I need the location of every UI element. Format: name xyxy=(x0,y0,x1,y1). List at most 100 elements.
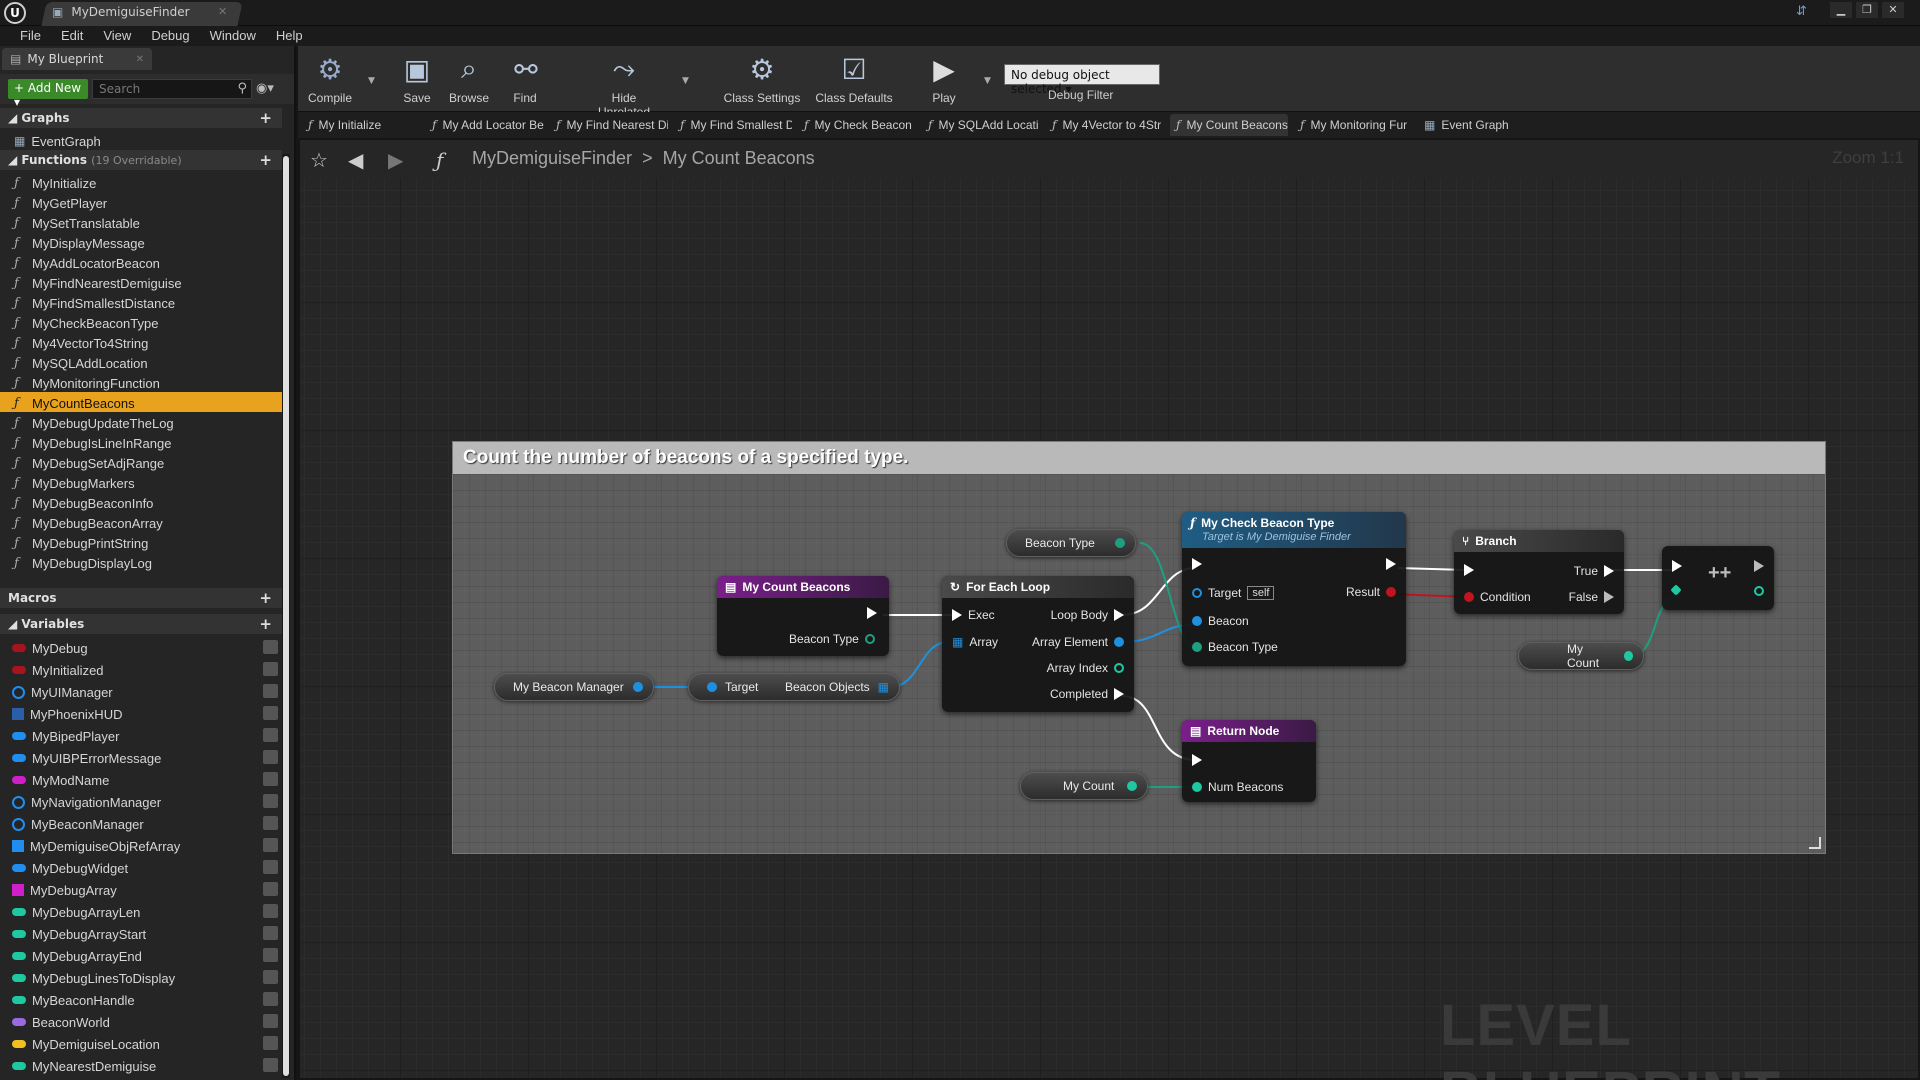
visibility-eye-icon[interactable] xyxy=(263,838,278,852)
for-each-loop-node[interactable]: ↻ For Each Loop Exec ▦ Array Loop Body Ar… xyxy=(942,576,1134,712)
increment-node[interactable]: ++ xyxy=(1662,546,1774,610)
check-target-pin[interactable]: Target self xyxy=(1192,586,1275,600)
debug-object-select[interactable]: No debug object selected ▾ xyxy=(1004,64,1160,96)
foreach-array-pin[interactable]: ▦ Array xyxy=(952,635,998,649)
hide-unrelated-button[interactable]: ⤳ Hide Unrelated xyxy=(584,50,664,120)
function-item[interactable]: ƒ MyDebugDisplayLog xyxy=(0,552,282,572)
variable-item[interactable]: MyUIManager xyxy=(0,680,282,702)
branch-false-pin[interactable]: False xyxy=(1569,590,1614,604)
my-beacon-manager-var[interactable]: My Beacon Manager xyxy=(494,673,654,701)
function-item[interactable]: ƒ MyDebugMarkers xyxy=(0,472,282,492)
my-count-var-return[interactable]: My Count xyxy=(1020,772,1148,800)
increment-value-out-pin[interactable] xyxy=(1754,586,1764,596)
get-beacon-objects-node[interactable]: Target Beacon Objects ▦ xyxy=(688,673,900,701)
increment-value-pin[interactable] xyxy=(1670,584,1682,596)
entry-beacon-type-pin[interactable]: Beacon Type xyxy=(789,632,875,646)
increment-exec-out-pin[interactable] xyxy=(1754,560,1764,572)
function-item[interactable]: ƒ MyDisplayMessage xyxy=(0,232,282,252)
function-tab[interactable]: ƒ My Count Beacons xyxy=(1170,114,1288,136)
foreach-array-element-pin[interactable]: Array Element xyxy=(1032,635,1124,649)
function-item[interactable]: ƒ MySetTranslatable xyxy=(0,212,282,232)
function-item[interactable]: ƒ MyDebugIsLineInRange xyxy=(0,432,282,452)
function-tab[interactable]: ƒ My Find Smallest D xyxy=(674,114,792,136)
my-beacon-manager-pin[interactable] xyxy=(633,682,643,692)
check-exec-out-pin[interactable] xyxy=(1386,558,1396,570)
variable-item[interactable]: MyNearestDemiguise xyxy=(0,1054,282,1076)
function-item[interactable]: ƒ MyDebugPrintString xyxy=(0,532,282,552)
visibility-eye-icon[interactable] xyxy=(263,1036,278,1050)
find-button[interactable]: ⚯ Find xyxy=(506,50,544,110)
visibility-eye-icon[interactable] xyxy=(263,794,278,808)
panel-scrollbar[interactable] xyxy=(283,156,289,1076)
function-item[interactable]: ƒ My4VectorTo4String xyxy=(0,332,282,352)
visibility-eye-icon[interactable] xyxy=(263,684,278,698)
my-count-var-increment[interactable]: My Count xyxy=(1518,642,1644,670)
array-pin-icon[interactable]: ▦ xyxy=(878,680,889,694)
check-beacon-type-pin[interactable]: Beacon Type xyxy=(1192,640,1278,654)
foreach-loop-body-pin[interactable]: Loop Body xyxy=(1051,608,1124,622)
function-tab[interactable]: ƒ My Monitoring Fur xyxy=(1294,114,1412,136)
function-item[interactable]: ƒ MyDebugBeaconInfo xyxy=(0,492,282,512)
function-item[interactable]: ƒ MyDebugSetAdjRange xyxy=(0,452,282,472)
check-beacon-pin[interactable]: Beacon xyxy=(1192,614,1249,628)
function-item[interactable]: ƒ MyDebugUpdateTheLog xyxy=(0,412,282,432)
check-result-pin[interactable]: Result xyxy=(1346,585,1396,599)
increment-exec-in-pin[interactable] xyxy=(1672,560,1682,572)
my-blueprint-tab[interactable]: ▤ My Blueprint ✕ xyxy=(2,48,152,70)
entry-exec-out-pin[interactable] xyxy=(867,607,877,619)
branch-condition-pin[interactable]: Condition xyxy=(1464,590,1531,604)
macros-header[interactable]: Macros + xyxy=(0,588,282,608)
visibility-eye-icon[interactable] xyxy=(263,860,278,874)
breadcrumb-root[interactable]: MyDemiguiseFinder xyxy=(472,148,632,169)
functions-header[interactable]: ◢ Functions (19 Overridable) + xyxy=(0,150,282,170)
function-tab[interactable]: ▦ Event Graph xyxy=(1418,114,1536,136)
variable-item[interactable]: MyNavigationManager xyxy=(0,790,282,812)
variable-item[interactable]: MyDemiguiseObjRefArray xyxy=(0,834,282,856)
variable-item[interactable]: MyBeaconManager xyxy=(0,812,282,834)
source-control-icon[interactable]: ⇵ xyxy=(1796,4,1812,19)
visibility-eye-icon[interactable] xyxy=(263,662,278,676)
visibility-eye-icon[interactable] xyxy=(263,992,278,1006)
menu-view[interactable]: View xyxy=(93,26,141,46)
menu-window[interactable]: Window xyxy=(200,26,266,46)
graph-item[interactable]: ▦ EventGraph xyxy=(0,130,282,150)
graphs-header[interactable]: ◢ Graphs + xyxy=(0,108,282,128)
my-count-pin[interactable] xyxy=(1623,651,1633,661)
variables-header[interactable]: ◢ Variables + xyxy=(0,614,282,634)
variable-item[interactable]: MyDebugArrayLen xyxy=(0,900,282,922)
function-item[interactable]: ƒ MyDebugBeaconArray xyxy=(0,512,282,532)
menu-help[interactable]: Help xyxy=(266,26,313,46)
variable-item[interactable]: MyModName xyxy=(0,768,282,790)
variable-item[interactable]: MyInitialized xyxy=(0,658,282,680)
view-options-icon[interactable]: ◉▾ xyxy=(256,81,274,96)
variable-item[interactable]: MyBeaconHandle xyxy=(0,988,282,1010)
function-tab[interactable]: ƒ My Add Locator Be xyxy=(426,114,544,136)
visibility-eye-icon[interactable] xyxy=(263,970,278,984)
variable-item[interactable]: MyDebugArray xyxy=(0,878,282,900)
function-item[interactable]: ƒ MyAddLocatorBeacon xyxy=(0,252,282,272)
branch-true-pin[interactable]: True xyxy=(1574,564,1614,578)
variable-item[interactable]: MyUIBPErrorMessage xyxy=(0,746,282,768)
variable-item[interactable]: MyDemiguiseLocation xyxy=(0,1032,282,1054)
beacon-type-var-pin[interactable] xyxy=(1115,538,1125,548)
menu-file[interactable]: File xyxy=(10,26,51,46)
browse-button[interactable]: ⌕ Browse xyxy=(444,50,494,110)
function-tab[interactable]: ƒ My Check Beacon xyxy=(798,114,916,136)
foreach-exec-in-pin[interactable]: Exec xyxy=(952,608,995,622)
variable-item[interactable]: MyDebugArrayStart xyxy=(0,922,282,944)
visibility-eye-icon[interactable] xyxy=(263,926,278,940)
visibility-eye-icon[interactable] xyxy=(263,904,278,918)
visibility-eye-icon[interactable] xyxy=(263,1014,278,1028)
menu-debug[interactable]: Debug xyxy=(141,26,199,46)
minimize-button[interactable]: ▁ xyxy=(1830,2,1852,18)
star-icon[interactable]: ☆ xyxy=(310,148,328,172)
visibility-eye-icon[interactable] xyxy=(263,882,278,896)
foreach-array-index-pin[interactable]: Array Index xyxy=(1047,661,1124,675)
hide-unrelated-options-icon[interactable]: ▼ xyxy=(682,76,689,86)
visibility-eye-icon[interactable] xyxy=(263,816,278,830)
variable-item[interactable]: MyBipedPlayer xyxy=(0,724,282,746)
return-exec-in-pin[interactable] xyxy=(1192,754,1202,766)
close-tab-icon[interactable]: ✕ xyxy=(218,5,227,18)
my-count-pin[interactable] xyxy=(1127,781,1137,791)
play-options-icon[interactable]: ▼ xyxy=(984,76,991,86)
